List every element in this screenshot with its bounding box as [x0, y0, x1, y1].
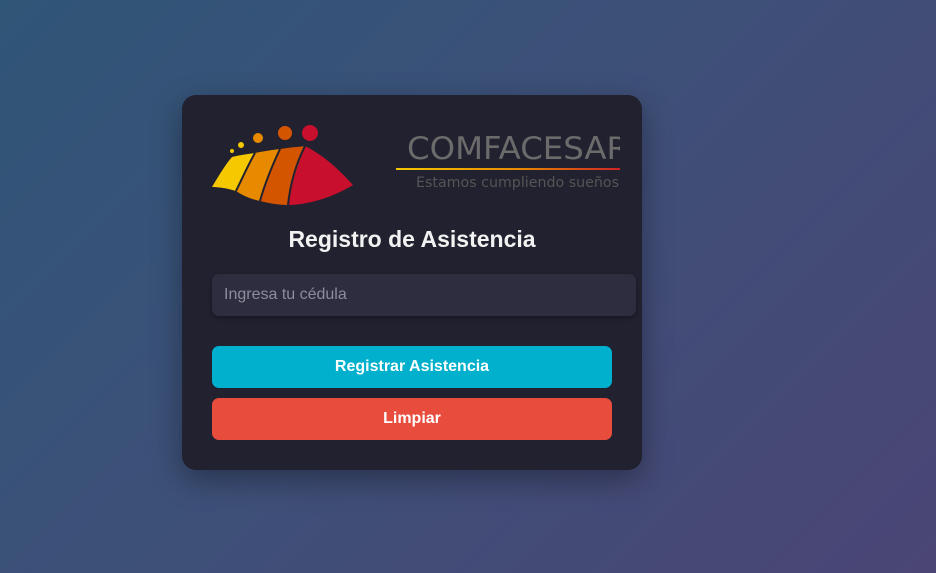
logo-slogan: Estamos cumpliendo sueños — [416, 175, 619, 191]
page-title: Registro de Asistencia — [288, 226, 536, 252]
logo-dot — [278, 126, 292, 140]
logo-dot — [253, 133, 263, 143]
logo-dot — [230, 149, 234, 153]
clear-button[interactable]: Limpiar — [212, 398, 612, 440]
logo-brand-name: COMFACESAR — [407, 131, 620, 167]
cedula-input[interactable] — [212, 274, 636, 316]
register-attendance-button[interactable]: Registrar Asistencia — [212, 346, 612, 388]
logo-dot — [238, 142, 244, 148]
logo-dot — [302, 125, 318, 141]
comfacesar-logo: COMFACESAR Estamos cumpliendo sueños — [210, 121, 620, 211]
registration-card: COMFACESAR Estamos cumpliendo sueños Reg… — [182, 95, 642, 470]
logo-underline — [396, 168, 620, 170]
